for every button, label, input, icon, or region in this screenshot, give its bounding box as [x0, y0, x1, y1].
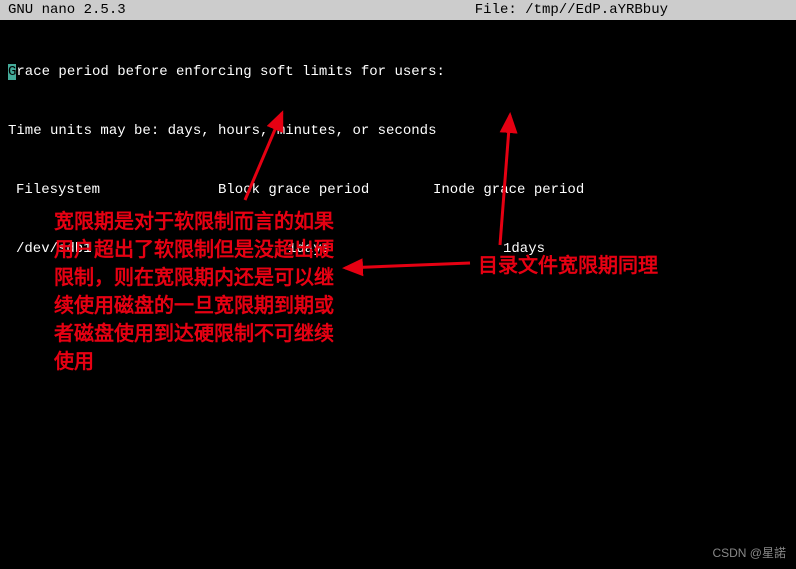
time-units-info: Time units may be: days, hours, minutes,… — [8, 122, 788, 142]
column-headers: Filesystem Block grace period Inode grac… — [8, 181, 788, 201]
annotation-left: 宽限期是对于软限制而言的如果用户超出了软限制但是没超出硬限制，则在宽限期内还是可… — [54, 208, 334, 376]
app-name: GNU nano 2.5.3 — [8, 0, 126, 20]
header-filesystem: Filesystem — [8, 181, 218, 201]
file-path: File: /tmp//EdP.aYRBbuy — [475, 0, 788, 20]
header-block-grace: Block grace period — [218, 181, 433, 201]
annotation-right: 目录文件宽限期同理 — [478, 252, 728, 280]
editor-titlebar: GNU nano 2.5.3 File: /tmp//EdP.aYRBbuy — [0, 0, 796, 20]
grace-period-heading: Grace period before enforcing soft limit… — [8, 63, 788, 83]
header-inode-grace: Inode grace period — [433, 181, 633, 201]
watermark: CSDN @星諾 — [712, 544, 786, 561]
